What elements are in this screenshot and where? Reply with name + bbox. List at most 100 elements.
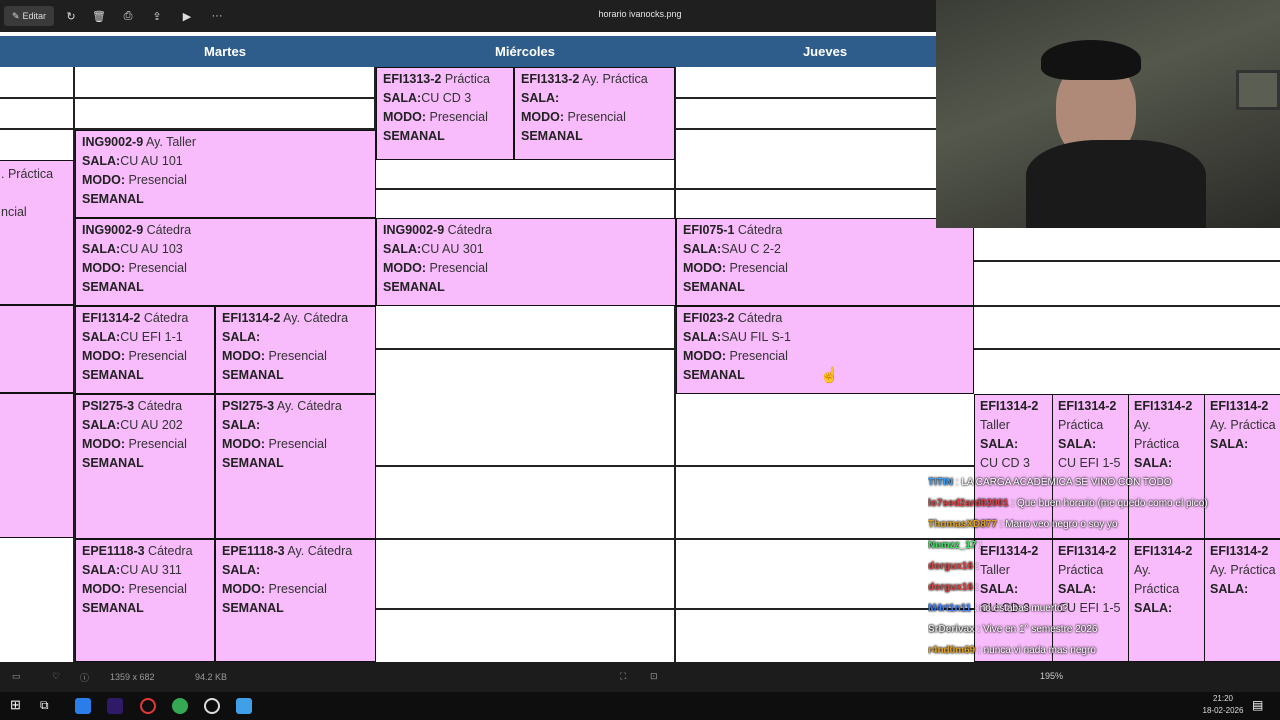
chrome-icon[interactable] bbox=[172, 698, 188, 714]
room-value: SAU FIL S-1 bbox=[721, 330, 791, 344]
hand-cursor-icon: ☝ bbox=[820, 367, 839, 384]
mode-line: MODO: Presencial bbox=[82, 349, 187, 363]
grid-line bbox=[974, 260, 1280, 262]
chat-text: nunca vi nada mas negro bbox=[983, 645, 1096, 656]
after-effects-icon[interactable] bbox=[107, 698, 123, 714]
class-cell[interactable]: EFI1313-2 Ay. Práctica SALA: MODO: Presenc… bbox=[514, 67, 675, 160]
room-line: SALA:SAU C 2-2 bbox=[683, 242, 781, 256]
grid-line bbox=[974, 305, 1280, 307]
freq-line: SEMANAL bbox=[82, 278, 369, 297]
class-cell[interactable]: PSI275-3 Cátedra SALA:CU AU 202 MODO: Pres… bbox=[75, 394, 215, 539]
course-line: EPE1118-3 Ay. Cátedra bbox=[222, 542, 369, 561]
room-value: CU AU 103 bbox=[120, 242, 183, 256]
mode-line: MODO: Presencial bbox=[82, 437, 187, 451]
chat-username: lo7sed2ard02001 bbox=[928, 498, 1009, 509]
class-cell[interactable]: ING9002-9 Cátedra SALA:CU AU 301 MODO: Pre… bbox=[376, 218, 676, 306]
slideshow-icon[interactable]: ▭ bbox=[12, 671, 21, 682]
class-cell[interactable]: ING9002-9 Ay. Taller SALA:CU AU 101 MODO: … bbox=[75, 130, 376, 218]
mode-value: Presencial bbox=[128, 582, 187, 596]
partial-class-cell[interactable] bbox=[0, 393, 74, 538]
windows-start-icon[interactable]: ⊞ bbox=[10, 697, 26, 713]
course-code: EFI1314-2 bbox=[1210, 399, 1269, 413]
task-view-icon[interactable]: ⧉ bbox=[40, 698, 56, 714]
rotate-icon[interactable]: ↻ bbox=[62, 6, 80, 26]
slideshow-icon[interactable]: ▶ bbox=[178, 6, 196, 26]
print-icon[interactable]: ⎙ bbox=[119, 6, 137, 26]
chat-message: SrDerivax : Vive en 1° semestre 2026 bbox=[928, 624, 1098, 635]
chat-message: dorgux16 : bbox=[928, 582, 979, 593]
pencil-icon: ✎ bbox=[11, 10, 20, 21]
mode-value: Presencial bbox=[729, 261, 788, 275]
mode-line: MODO: Presencial bbox=[82, 582, 187, 596]
taskbar: ⊞ ⧉ 21:20 18-02-2026 ▤ bbox=[0, 692, 1280, 720]
more-icon[interactable]: ··· bbox=[206, 6, 228, 26]
course-type: Cátedra bbox=[146, 223, 192, 237]
trash-icon[interactable]: 🗑 bbox=[90, 6, 108, 26]
photos-app-icon[interactable] bbox=[236, 698, 252, 714]
mode-value: Presencial bbox=[128, 261, 187, 275]
frequency: SEMANAL bbox=[82, 192, 144, 206]
class-cell[interactable]: PSI275-3 Ay. Cátedra SALA: MODO: Presencia… bbox=[215, 394, 376, 539]
heart-icon[interactable]: ♡ bbox=[52, 671, 60, 682]
fit-icon[interactable]: ⛶ bbox=[620, 671, 626, 682]
course-code: EFI1314-2 bbox=[980, 399, 1039, 413]
course-type: Cátedra bbox=[137, 399, 183, 413]
course-code: PSI275-3 bbox=[222, 399, 275, 413]
mode-line: MODO: Presencial bbox=[521, 110, 626, 124]
window-title: horario ivanocks.png bbox=[598, 9, 682, 19]
course-code: ING9002-9 bbox=[82, 223, 144, 237]
mode-value: Presencial bbox=[429, 261, 488, 275]
info-icon[interactable]: ⓘ bbox=[80, 671, 89, 684]
opera-icon[interactable] bbox=[140, 698, 156, 714]
frequency: SEMANAL bbox=[82, 601, 144, 615]
class-cell[interactable]: ING9002-9 Cátedra SALA:CU AU 103 MODO: Pre… bbox=[75, 218, 376, 306]
class-cell[interactable]: EFI1314-2 Ay. Cátedra SALA: MODO: Presenci… bbox=[215, 306, 376, 394]
frequency: SEMANAL bbox=[383, 129, 445, 143]
app-icon[interactable] bbox=[75, 698, 91, 714]
share-icon[interactable]: ⇪ bbox=[148, 6, 166, 26]
course-type: Práctica bbox=[1058, 418, 1104, 432]
course-type: Ay. Cátedra bbox=[287, 544, 353, 558]
course-type: Ay. Cátedra bbox=[276, 399, 342, 413]
freq-line: SEMANAL bbox=[222, 454, 369, 473]
partial-class-cell[interactable] bbox=[0, 305, 74, 393]
mode-value: Presencial bbox=[567, 110, 626, 124]
freq-line: SEMANAL bbox=[683, 278, 967, 297]
zoom-level: 195% bbox=[1040, 671, 1064, 681]
actual-size-icon[interactable]: ⊡ bbox=[650, 671, 658, 682]
edit-button[interactable]: ✎ Editar bbox=[4, 6, 54, 26]
course-code: EPE1118-3 bbox=[222, 544, 285, 558]
mode-value: Presencial bbox=[429, 110, 488, 124]
chat-username: SrDerivax bbox=[928, 624, 975, 635]
course-line: EFI1314-2 Ay. Cátedra bbox=[222, 309, 369, 328]
frequency: SEMANAL bbox=[683, 280, 745, 294]
room-value: CU EFI 1-5 bbox=[1058, 456, 1121, 470]
class-cell[interactable]: EPE1118-3 Ay. Cátedra SALA: MODO: Presenci… bbox=[215, 539, 376, 662]
course-code: EFI1314-2 bbox=[1058, 399, 1117, 413]
partial-class-cell[interactable]: . Práctica ncial bbox=[0, 160, 74, 305]
course-line: EFI1313-2 Ay. Práctica bbox=[521, 70, 668, 89]
grid-line bbox=[376, 608, 976, 610]
grid-line bbox=[676, 97, 936, 99]
course-line: ING9002-9 Cátedra bbox=[82, 221, 369, 240]
course-line: ING9002-9 Cátedra bbox=[383, 221, 669, 240]
class-cell[interactable]: EPE1118-3 Cátedra SALA:CU AU 311 MODO: Pre… bbox=[75, 539, 215, 662]
chat-message: Nemzz_17 : bbox=[928, 540, 982, 551]
wall-frame bbox=[1236, 70, 1280, 110]
streamer-shirt bbox=[1026, 140, 1206, 228]
chat-text: LA CARGA ACADÉMICA SE VINO CON TODO bbox=[961, 477, 1172, 488]
grid-line bbox=[676, 128, 936, 130]
frequency: SEMANAL bbox=[521, 129, 583, 143]
room-value: CU AU 301 bbox=[421, 242, 484, 256]
room-value: CU CD 3 bbox=[421, 91, 472, 105]
class-cell[interactable]: EFI1314-2 Cátedra SALA:CU EFI 1-1 MODO: Pr… bbox=[75, 306, 215, 394]
webcam-overlay bbox=[936, 0, 1280, 228]
class-cell[interactable]: EFI075-1 Cátedra SALA:SAU C 2-2 MODO: Pres… bbox=[676, 218, 974, 306]
freq-line: SEMANAL bbox=[82, 599, 208, 618]
class-cell[interactable]: EFI1313-2 Práctica SALA:CU CD 3 MODO: Pres… bbox=[376, 67, 514, 160]
course-code: EFI1313-2 bbox=[521, 72, 580, 86]
app-icon[interactable] bbox=[204, 698, 220, 714]
grid-line bbox=[376, 188, 976, 190]
chat-username: ThomasXD877 bbox=[928, 519, 997, 530]
notifications-icon[interactable]: ▤ bbox=[1252, 698, 1268, 714]
